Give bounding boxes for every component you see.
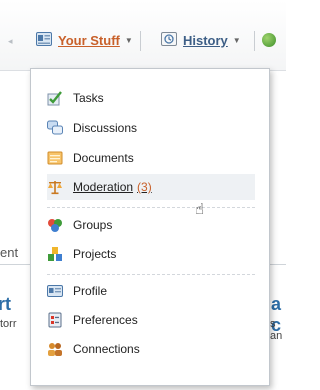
background-text-fragment: s an [270,318,283,342]
your-stuff-label: Your Stuff [58,33,120,48]
connections-icon [47,341,63,357]
top-navigation: ◂ Your Stuff ▼ History ▼ [0,0,286,71]
tasks-icon [47,90,63,106]
history-label: History [183,33,228,48]
menu-item-discussions[interactable]: Discussions [47,115,255,141]
menu-item-label: Documents [73,151,134,165]
menu-divider [47,274,255,275]
menu-item-label: Connections [73,342,140,356]
your-stuff-icon [36,32,52,49]
menu-item-label: Groups [73,218,113,232]
menu-item-label: Moderation (3) [73,180,152,194]
menu-item-label: Tasks [73,91,104,105]
background-heading-fragment: rt [0,294,11,314]
profile-icon [47,283,63,299]
nav-scroll-left-icon: ◂ [8,36,13,46]
moderation-label: Moderation [73,180,134,194]
menu-item-groups[interactable]: Groups [47,212,255,238]
menu-item-documents[interactable]: Documents [47,145,255,171]
menu-item-label: Preferences [73,313,138,327]
menu-divider [47,207,255,208]
menu-item-tasks[interactable]: Tasks [47,85,255,111]
history-icon [161,32,177,49]
documents-icon [47,150,63,166]
chevron-down-icon: ▼ [124,36,133,45]
menu-item-projects[interactable]: Projects [47,241,255,267]
your-stuff-dropdown: Tasks Discussions Documents Moderation (… [30,68,270,386]
moderation-count-badge: (3) [137,180,152,194]
chevron-down-icon: ▼ [232,36,241,45]
globe-icon[interactable] [262,33,276,47]
history-menu-button[interactable]: History ▼ [161,32,241,49]
menu-item-profile[interactable]: Profile [47,278,255,304]
background-text-fragment: ent [0,245,19,260]
nav-divider [140,31,141,51]
hand-pointer-cursor-icon: ☝ [195,201,205,218]
nav-divider [254,31,255,51]
menu-item-label: Projects [73,247,117,261]
menu-item-label: Profile [73,284,108,298]
projects-icon [47,246,63,262]
groups-icon [47,217,63,233]
preferences-icon [47,312,63,328]
discussions-icon [47,120,63,136]
menu-item-label: Discussions [73,121,138,135]
menu-item-moderation[interactable]: Moderation (3) [47,174,255,200]
your-stuff-menu-button[interactable]: Your Stuff ▼ [36,32,133,49]
menu-item-preferences[interactable]: Preferences [47,307,255,333]
menu-item-connections[interactable]: Connections [47,336,255,362]
moderation-icon [47,179,63,195]
background-text-fragment: torr [0,318,17,330]
